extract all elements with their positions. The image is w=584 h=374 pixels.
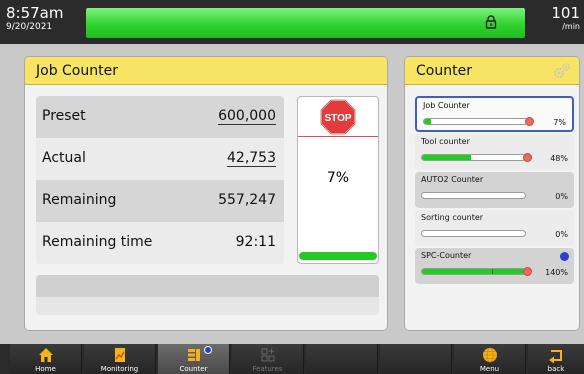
counter-name: SPC-Counter <box>421 251 472 260</box>
nav-menu-label: Menu <box>479 365 500 373</box>
nav-back-button[interactable]: back <box>528 344 584 374</box>
preset-row: Preset 600,000 <box>36 96 284 138</box>
top-status-bar: 8:57am 9/20/2021 101 /min <box>0 0 584 44</box>
actual-value[interactable]: 42,753 <box>227 150 276 167</box>
counter-item-job[interactable]: Job Counter 7% <box>415 96 574 132</box>
stop-status-box: STOP 7% <box>297 96 379 264</box>
counter-list: Job Counter 7% Tool counter 48% AUTO2 Co… <box>415 96 574 286</box>
nav-features-button[interactable]: Features <box>232 344 304 374</box>
gears-icon[interactable] <box>553 62 571 80</box>
counter-bar <box>421 230 526 237</box>
stop-indicator-icon <box>523 267 532 276</box>
stop-sign-label: STOP <box>324 113 351 124</box>
nav-monitoring-label: Monitoring <box>100 365 139 373</box>
clock-date: 9/20/2021 <box>6 22 53 32</box>
counter-bar-fill <box>424 119 432 124</box>
padlock-icon[interactable] <box>484 15 498 29</box>
features-icon <box>261 348 275 362</box>
counter-bar-fill <box>422 155 472 160</box>
counter-name: AUTO2 Counter <box>421 175 484 184</box>
counter-bar-fill <box>422 269 525 274</box>
actual-row: Actual 42,753 <box>36 138 284 180</box>
message-area <box>36 275 379 315</box>
remaining-time-value: 92:11 <box>235 234 276 250</box>
stop-indicator-icon <box>525 117 534 126</box>
back-arrow-icon <box>549 350 562 363</box>
remaining-row: Remaining 557,247 <box>36 180 284 222</box>
job-progress-bar <box>299 252 377 260</box>
counter-bar <box>421 268 526 275</box>
nav-counter-button[interactable]: Counter <box>158 344 230 374</box>
bottom-navigation: Home Monitoring Counter Features Menu ba… <box>0 344 584 374</box>
counter-item-sorting[interactable]: Sorting counter 0% <box>415 210 574 246</box>
message-row-1 <box>36 275 379 297</box>
home-icon <box>39 348 53 362</box>
stop-indicator-icon <box>523 153 532 162</box>
nav-menu-button[interactable]: Menu <box>454 344 526 374</box>
monitoring-icon <box>115 348 125 362</box>
nav-counter-label: Counter <box>179 365 208 373</box>
counter-name: Job Counter <box>423 101 470 110</box>
clock: 8:57am 9/20/2021 <box>6 5 64 33</box>
nav-empty-button-2[interactable] <box>380 344 452 374</box>
info-badge-icon <box>560 252 569 261</box>
job-counter-title: Job Counter <box>25 57 387 85</box>
counter-bar <box>421 154 526 161</box>
counter-badge-icon <box>204 346 212 354</box>
job-counter-values: Preset 600,000 Actual 42,753 Remaining 5… <box>36 96 284 264</box>
nav-home-label: Home <box>35 365 56 373</box>
globe-icon <box>483 347 497 363</box>
counter-value: 48% <box>550 154 568 163</box>
nav-monitoring-button[interactable]: Monitoring <box>84 344 156 374</box>
divider <box>298 136 378 137</box>
counter-value: 7% <box>553 118 566 127</box>
clock-time: 8:57am <box>6 4 64 22</box>
nav-features-label: Features <box>252 365 283 373</box>
counter-panel: Counter Job Counter 7% Tool counter 48% … <box>404 56 580 331</box>
actual-label: Actual <box>42 150 86 166</box>
nav-empty-button-1[interactable] <box>306 344 378 374</box>
nav-back-label: back <box>547 365 565 373</box>
counter-value: 0% <box>555 192 568 201</box>
counter-icon <box>188 349 200 361</box>
counter-name: Tool counter <box>421 137 470 146</box>
remaining-label: Remaining <box>42 192 117 208</box>
machine-status-bar[interactable] <box>86 8 525 38</box>
counter-item-auto2[interactable]: AUTO2 Counter 0% <box>415 172 574 208</box>
nav-home-button[interactable]: Home <box>10 344 82 374</box>
preset-label: Preset <box>42 108 86 124</box>
stroke-rate-unit: /min <box>562 22 580 31</box>
remaining-time-label: Remaining time <box>42 234 153 250</box>
job-counter-panel: Job Counter Preset 600,000 Actual 42,753… <box>24 56 388 331</box>
remaining-time-row: Remaining time 92:11 <box>36 222 284 264</box>
stop-sign-icon[interactable]: STOP <box>320 99 356 135</box>
counter-item-tool[interactable]: Tool counter 48% <box>415 134 574 170</box>
preset-value[interactable]: 600,000 <box>218 108 276 125</box>
job-percent: 7% <box>326 170 350 186</box>
counter-bar-marker <box>492 269 493 274</box>
message-row-2 <box>36 297 379 315</box>
counter-value: 140% <box>545 268 568 277</box>
stroke-rate-value: 101 <box>551 4 580 22</box>
stroke-rate: 101 /min <box>551 5 580 32</box>
counter-value: 0% <box>555 230 568 239</box>
counter-bar <box>423 118 528 125</box>
counter-bar <box>421 192 526 199</box>
counter-item-spc[interactable]: SPC-Counter 140% <box>415 248 574 284</box>
counter-name: Sorting counter <box>421 213 484 222</box>
remaining-value: 557,247 <box>218 192 276 208</box>
